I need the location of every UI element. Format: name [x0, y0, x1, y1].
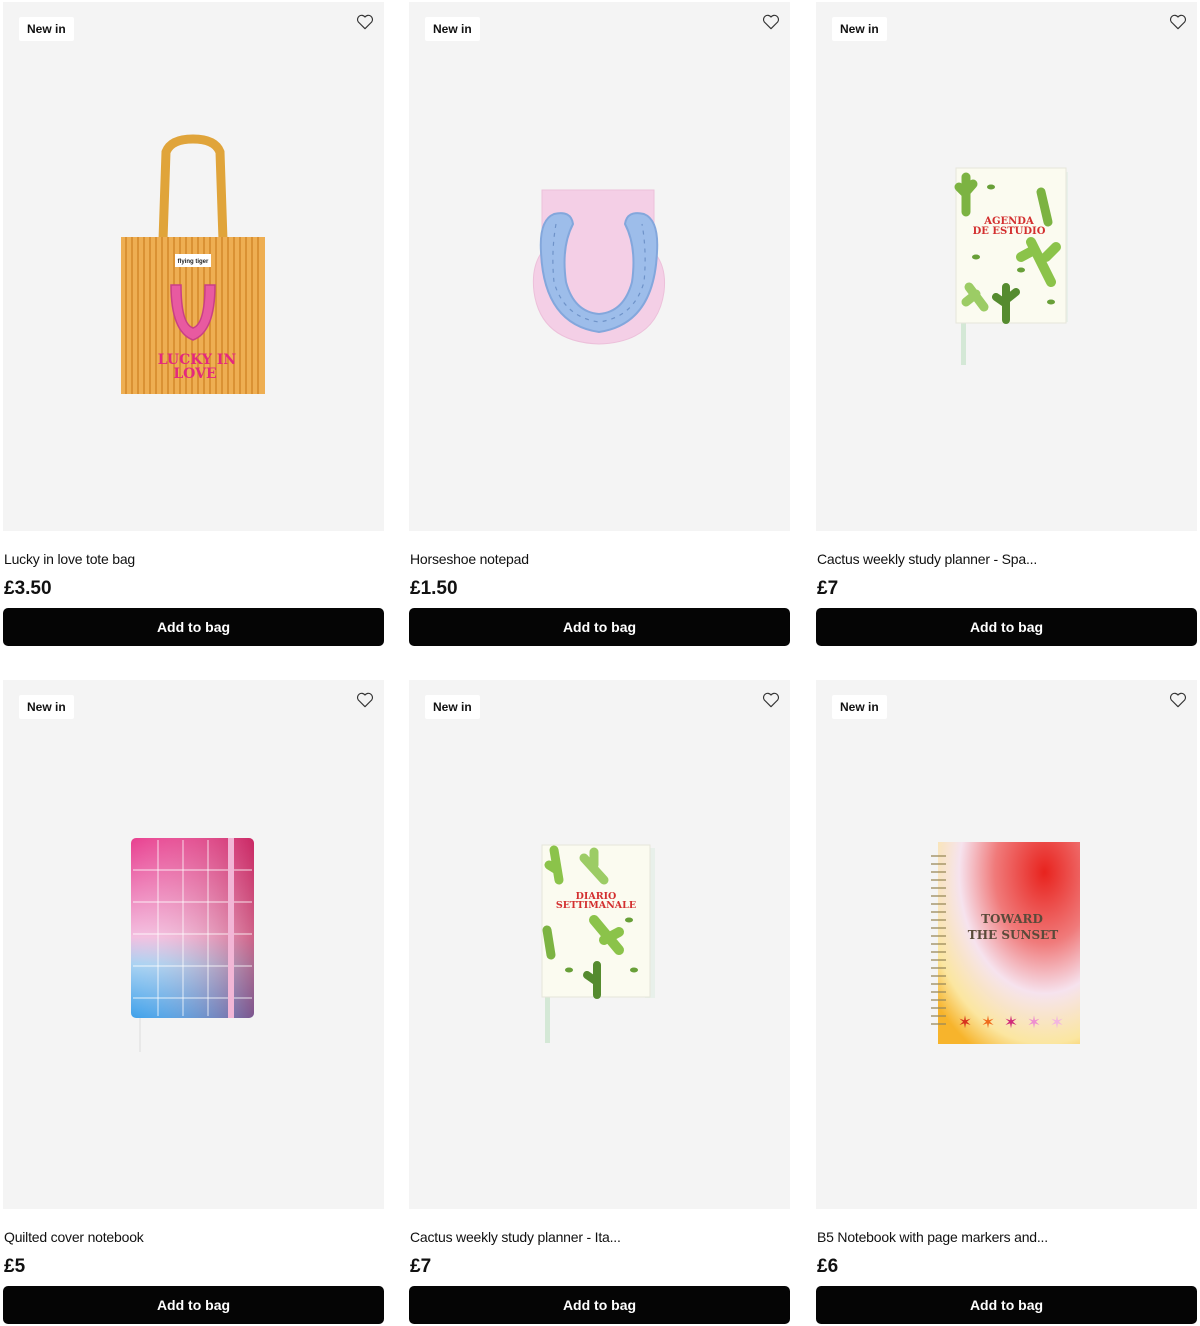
product-title[interactable]: B5 Notebook with page markers and...	[817, 1229, 1048, 1245]
new-in-badge: New in	[425, 17, 480, 41]
product-card[interactable]: New in Horseshoe notepad £1.50 Add to ba…	[409, 2, 790, 646]
product-card[interactable]: flying tiger LUCKY IN LOVE New in Lucky …	[3, 2, 384, 646]
product-price: £3.50	[4, 578, 52, 599]
product-image[interactable]: flying tiger LUCKY IN LOVE New in	[3, 2, 384, 531]
tote-slogan-line2: LOVE	[173, 366, 216, 382]
add-to-bag-button[interactable]: Add to bag	[816, 608, 1197, 646]
product-price: £6	[817, 1256, 839, 1277]
new-in-badge: New in	[19, 695, 74, 719]
heart-icon[interactable]	[355, 690, 375, 710]
product-card[interactable]: AGENDA DE ESTUDIO New in Cactus weekly s…	[816, 2, 1197, 646]
svg-text:✶: ✶	[981, 1013, 995, 1033]
product-title[interactable]: Cactus weekly study planner - Ita...	[410, 1229, 621, 1245]
svg-text:✶: ✶	[1004, 1013, 1018, 1033]
horseshoe-notepad-image	[532, 189, 665, 345]
notebook-title-line1: TOWARD	[981, 912, 1043, 926]
add-to-bag-button[interactable]: Add to bag	[816, 1286, 1197, 1324]
svg-text:✶: ✶	[958, 1013, 972, 1033]
product-price: £7	[410, 1256, 432, 1277]
add-to-bag-button[interactable]: Add to bag	[3, 608, 384, 646]
add-to-bag-button[interactable]: Add to bag	[3, 1286, 384, 1324]
svg-text:✶: ✶	[1027, 1013, 1041, 1033]
planner-title-line2: DE ESTUDIO	[973, 226, 1046, 237]
cactus-planner-italian-image: DIARIO SETTIMANALE	[541, 844, 655, 1043]
product-image[interactable]: DIARIO SETTIMANALE New in	[409, 680, 790, 1209]
add-to-bag-button[interactable]: Add to bag	[409, 608, 790, 646]
heart-icon[interactable]	[761, 690, 781, 710]
product-card[interactable]: New in Quilted cover notebook £5 Add to …	[3, 680, 384, 1324]
heart-icon[interactable]	[761, 12, 781, 32]
product-price: £5	[4, 1256, 26, 1277]
product-title[interactable]: Cactus weekly study planner - Spa...	[817, 551, 1037, 567]
product-image[interactable]: New in	[409, 2, 790, 531]
product-image[interactable]: TOWARD THE SUNSET ✶ ✶ ✶ ✶ ✶ New in	[816, 680, 1197, 1209]
heart-icon[interactable]	[355, 12, 375, 32]
notebook-title-line2: THE SUNSET	[968, 928, 1059, 942]
product-price: £1.50	[410, 578, 458, 599]
new-in-badge: New in	[425, 695, 480, 719]
new-in-badge: New in	[19, 17, 74, 41]
product-card[interactable]: TOWARD THE SUNSET ✶ ✶ ✶ ✶ ✶ New in B5 No…	[816, 680, 1197, 1324]
heart-icon[interactable]	[1168, 690, 1188, 710]
quilted-notebook-image	[131, 838, 254, 1052]
svg-text:✶: ✶	[1050, 1013, 1064, 1033]
product-image[interactable]: New in	[3, 680, 384, 1209]
product-card[interactable]: DIARIO SETTIMANALE New in Cactus weekly …	[409, 680, 790, 1324]
product-title[interactable]: Quilted cover notebook	[4, 1229, 144, 1245]
product-image[interactable]: AGENDA DE ESTUDIO New in	[816, 2, 1197, 531]
new-in-badge: New in	[832, 695, 887, 719]
planner-title-line2: SETTIMANALE	[556, 900, 636, 911]
new-in-badge: New in	[832, 17, 887, 41]
product-title[interactable]: Horseshoe notepad	[410, 551, 529, 567]
cactus-planner-spanish-image: AGENDA DE ESTUDIO	[954, 167, 1068, 365]
product-title[interactable]: Lucky in love tote bag	[4, 551, 135, 567]
heart-icon[interactable]	[1168, 12, 1188, 32]
tote-logo-text: flying tiger	[178, 259, 209, 265]
add-to-bag-button[interactable]: Add to bag	[409, 1286, 790, 1324]
product-price: £7	[817, 578, 839, 599]
b5-notebook-image: TOWARD THE SUNSET ✶ ✶ ✶ ✶ ✶	[931, 842, 1080, 1044]
tote-bag-image: flying tiger LUCKY IN LOVE	[121, 134, 265, 394]
